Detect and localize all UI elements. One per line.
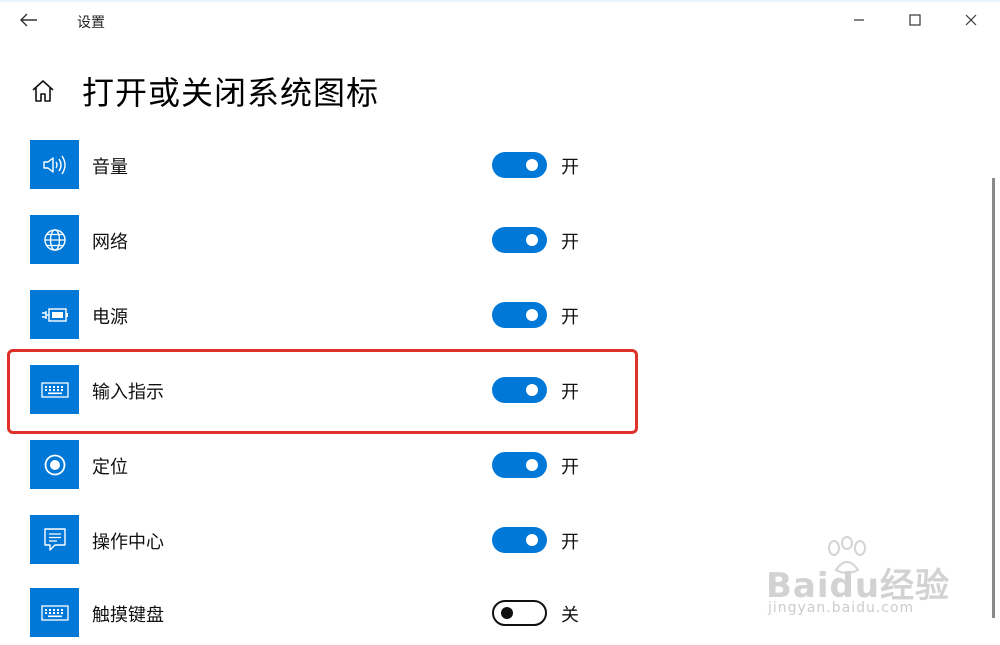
toggle-knob bbox=[501, 607, 513, 619]
volume-tile bbox=[30, 140, 79, 189]
close-button[interactable] bbox=[948, 2, 994, 38]
list-item-volume: 音量 开 bbox=[0, 140, 1000, 190]
toggle-knob bbox=[526, 459, 538, 471]
item-label: 音量 bbox=[92, 157, 128, 178]
list-item-network: 网络 开 bbox=[0, 215, 1000, 265]
highlight-box bbox=[7, 349, 638, 434]
volume-toggle[interactable] bbox=[492, 152, 547, 178]
location-tile bbox=[30, 440, 79, 489]
location-icon bbox=[44, 454, 65, 475]
action-center-toggle[interactable] bbox=[492, 527, 547, 553]
toggle-knob bbox=[526, 534, 538, 546]
toggle-state-text: 开 bbox=[561, 532, 579, 553]
watermark-url: jingyan.baidu.com bbox=[768, 600, 915, 616]
back-arrow-icon bbox=[20, 13, 37, 27]
minimize-icon bbox=[854, 19, 864, 21]
item-label: 电源 bbox=[92, 307, 128, 328]
toggle-state-text: 关 bbox=[561, 605, 579, 626]
action-center-tile bbox=[30, 515, 79, 564]
touch-keyboard-toggle[interactable] bbox=[492, 600, 547, 626]
toggle-state-text: 开 bbox=[561, 457, 579, 478]
power-tile bbox=[30, 290, 79, 339]
keyboard-icon bbox=[40, 604, 69, 621]
network-tile bbox=[30, 215, 79, 264]
back-button[interactable] bbox=[14, 6, 44, 34]
close-icon bbox=[965, 14, 977, 26]
toggle-knob bbox=[526, 234, 538, 246]
item-label: 操作中心 bbox=[92, 532, 164, 553]
page-title: 打开或关闭系统图标 bbox=[82, 74, 380, 112]
app-title: 设置 bbox=[77, 15, 105, 31]
maximize-button[interactable] bbox=[892, 2, 938, 38]
action-center-icon bbox=[43, 527, 66, 551]
minimize-button[interactable] bbox=[836, 2, 882, 38]
volume-icon bbox=[42, 155, 66, 174]
list-item-location: 定位 开 bbox=[0, 440, 1000, 490]
page-header: 打开或关闭系统图标 bbox=[0, 64, 1000, 116]
item-label: 网络 bbox=[92, 232, 128, 253]
network-toggle[interactable] bbox=[492, 227, 547, 253]
battery-plug-icon bbox=[41, 307, 68, 322]
home-icon bbox=[32, 80, 54, 102]
scrollbar[interactable] bbox=[992, 178, 995, 618]
toggle-knob bbox=[526, 159, 538, 171]
power-toggle[interactable] bbox=[492, 302, 547, 328]
title-bar: 设置 bbox=[0, 2, 1000, 38]
globe-icon bbox=[43, 228, 66, 251]
item-label: 定位 bbox=[92, 457, 128, 478]
touch-keyboard-tile bbox=[30, 588, 79, 637]
toggle-state-text: 开 bbox=[561, 232, 579, 253]
home-button[interactable] bbox=[30, 78, 56, 104]
maximize-icon bbox=[909, 14, 921, 26]
toggle-state-text: 开 bbox=[561, 157, 579, 178]
toggle-knob bbox=[526, 309, 538, 321]
location-toggle[interactable] bbox=[492, 452, 547, 478]
watermark: Baidu经验 jingyan.baidu.com bbox=[762, 536, 962, 626]
item-label: 触摸键盘 bbox=[92, 605, 164, 626]
list-item-power: 电源 开 bbox=[0, 290, 1000, 340]
toggle-state-text: 开 bbox=[561, 307, 579, 328]
